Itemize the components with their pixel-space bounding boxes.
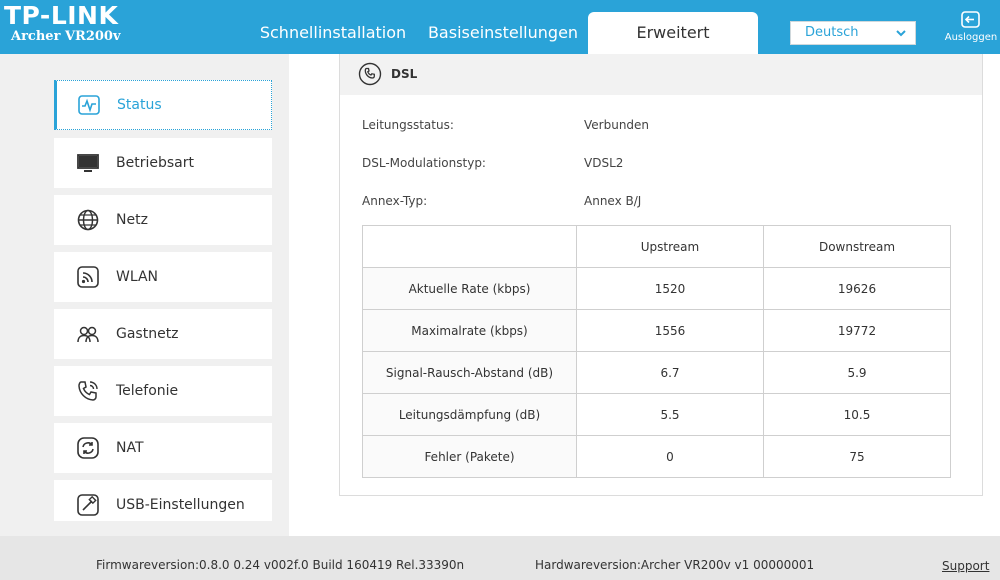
table-cell-downstream: 75 bbox=[763, 435, 951, 478]
logout-button[interactable]: Ausloggen bbox=[944, 10, 998, 43]
sidebar-item-label: NAT bbox=[116, 440, 144, 456]
line-status-value: Verbunden bbox=[584, 118, 650, 132]
panel-title: DSL bbox=[391, 67, 418, 81]
model-name: Archer VR200v bbox=[11, 29, 121, 44]
table-cell-downstream: 19626 bbox=[763, 267, 951, 310]
logout-icon bbox=[961, 11, 980, 28]
sidebar-item-operation-mode[interactable]: Betriebsart bbox=[54, 138, 272, 188]
table-header-cell: Upstream bbox=[576, 225, 764, 268]
dsl-stats-table: Upstream Downstream Aktuelle Rate (kbps)… bbox=[362, 225, 951, 478]
sidebar-item-label: Betriebsart bbox=[116, 155, 194, 171]
chevron-down-icon bbox=[896, 30, 906, 37]
modulation-type-value: VDSL2 bbox=[584, 156, 624, 170]
annex-type-label: Annex-Typ: bbox=[362, 194, 428, 208]
tab-basic-settings[interactable]: Basiseinstellungen bbox=[420, 12, 586, 54]
sidebar-item-status[interactable]: Status bbox=[54, 80, 272, 130]
sidebar-item-guest-network[interactable]: Gastnetz bbox=[54, 309, 272, 359]
sidebar-item-nat[interactable]: NAT bbox=[54, 423, 272, 473]
dsl-phone-icon bbox=[358, 62, 382, 86]
language-value: Deutsch bbox=[805, 25, 859, 40]
language-select[interactable]: Deutsch bbox=[790, 21, 916, 45]
sidebar-item-label: Status bbox=[117, 97, 162, 113]
table-row: Aktuelle Rate (kbps) 1520 19626 bbox=[362, 267, 951, 310]
table-header-row: Upstream Downstream bbox=[362, 225, 951, 268]
dsl-panel: DSL Leitungsstatus: Verbunden DSL-Modula… bbox=[339, 54, 983, 496]
table-cell-downstream: 5.9 bbox=[763, 351, 951, 394]
table-cell-upstream: 5.5 bbox=[576, 393, 764, 436]
modulation-type-label: DSL-Modulationstyp: bbox=[362, 156, 486, 170]
brand-logo[interactable]: TP-LINK bbox=[4, 3, 118, 29]
table-header-cell bbox=[362, 225, 577, 268]
wireless-icon bbox=[77, 266, 99, 288]
table-cell-upstream: 6.7 bbox=[576, 351, 764, 394]
table-row-label: Fehler (Pakete) bbox=[362, 435, 577, 478]
table-row: Leitungsdämpfung (dB) 5.5 10.5 bbox=[362, 393, 951, 436]
sidebar-item-label: Netz bbox=[116, 212, 148, 228]
table-row-label: Aktuelle Rate (kbps) bbox=[362, 267, 577, 310]
sidebar-item-label: Gastnetz bbox=[116, 326, 179, 342]
usb-icon bbox=[77, 494, 99, 516]
refresh-icon bbox=[77, 437, 99, 459]
sidebar-item-usb-settings[interactable]: USB-Einstellungen bbox=[54, 480, 272, 521]
table-row: Signal-Rausch-Abstand (dB) 6.7 5.9 bbox=[362, 351, 951, 394]
phone-icon bbox=[78, 381, 98, 401]
tab-advanced[interactable]: Erweitert bbox=[588, 12, 758, 54]
table-cell-upstream: 1556 bbox=[576, 309, 764, 352]
table-cell-downstream: 19772 bbox=[763, 309, 951, 352]
sidebar-item-network[interactable]: Netz bbox=[54, 195, 272, 245]
activity-icon bbox=[78, 95, 100, 115]
globe-icon bbox=[77, 209, 99, 231]
top-header: TP-LINK Archer VR200v Schnellinstallatio… bbox=[0, 0, 1000, 54]
monitor-icon bbox=[77, 154, 99, 172]
support-link[interactable]: Support bbox=[942, 559, 989, 573]
sidebar-item-label: Telefonie bbox=[116, 383, 179, 399]
annex-type-value: Annex B/J bbox=[584, 194, 642, 208]
table-cell-upstream: 1520 bbox=[576, 267, 764, 310]
footer: Firmwareversion:0.8.0 0.24 v002f.0 Build… bbox=[0, 536, 1000, 580]
dsl-panel-header[interactable]: DSL bbox=[340, 54, 982, 95]
sidebar-item-label: WLAN bbox=[116, 269, 159, 285]
sidebar-item-wlan[interactable]: WLAN bbox=[54, 252, 272, 302]
table-row: Maximalrate (kbps) 1556 19772 bbox=[362, 309, 951, 352]
sidebar-item-telephony[interactable]: Telefonie bbox=[54, 366, 272, 416]
table-cell-downstream: 10.5 bbox=[763, 393, 951, 436]
table-header-cell: Downstream bbox=[763, 225, 951, 268]
table-row: Fehler (Pakete) 0 75 bbox=[362, 435, 951, 478]
sidebar-item-label: USB-Einstellungen bbox=[116, 497, 245, 513]
line-status-label: Leitungsstatus: bbox=[362, 118, 454, 132]
guests-icon bbox=[77, 326, 99, 343]
table-row-label: Leitungsdämpfung (dB) bbox=[362, 393, 577, 436]
logout-label: Ausloggen bbox=[944, 32, 998, 43]
table-row-label: Maximalrate (kbps) bbox=[362, 309, 577, 352]
hardware-version: Hardwareversion:Archer VR200v v1 0000000… bbox=[535, 558, 815, 572]
firmware-version: Firmwareversion:0.8.0 0.24 v002f.0 Build… bbox=[96, 558, 465, 572]
table-row-label: Signal-Rausch-Abstand (dB) bbox=[362, 351, 577, 394]
tab-quick-setup[interactable]: Schnellinstallation bbox=[252, 12, 414, 54]
table-cell-upstream: 0 bbox=[576, 435, 764, 478]
